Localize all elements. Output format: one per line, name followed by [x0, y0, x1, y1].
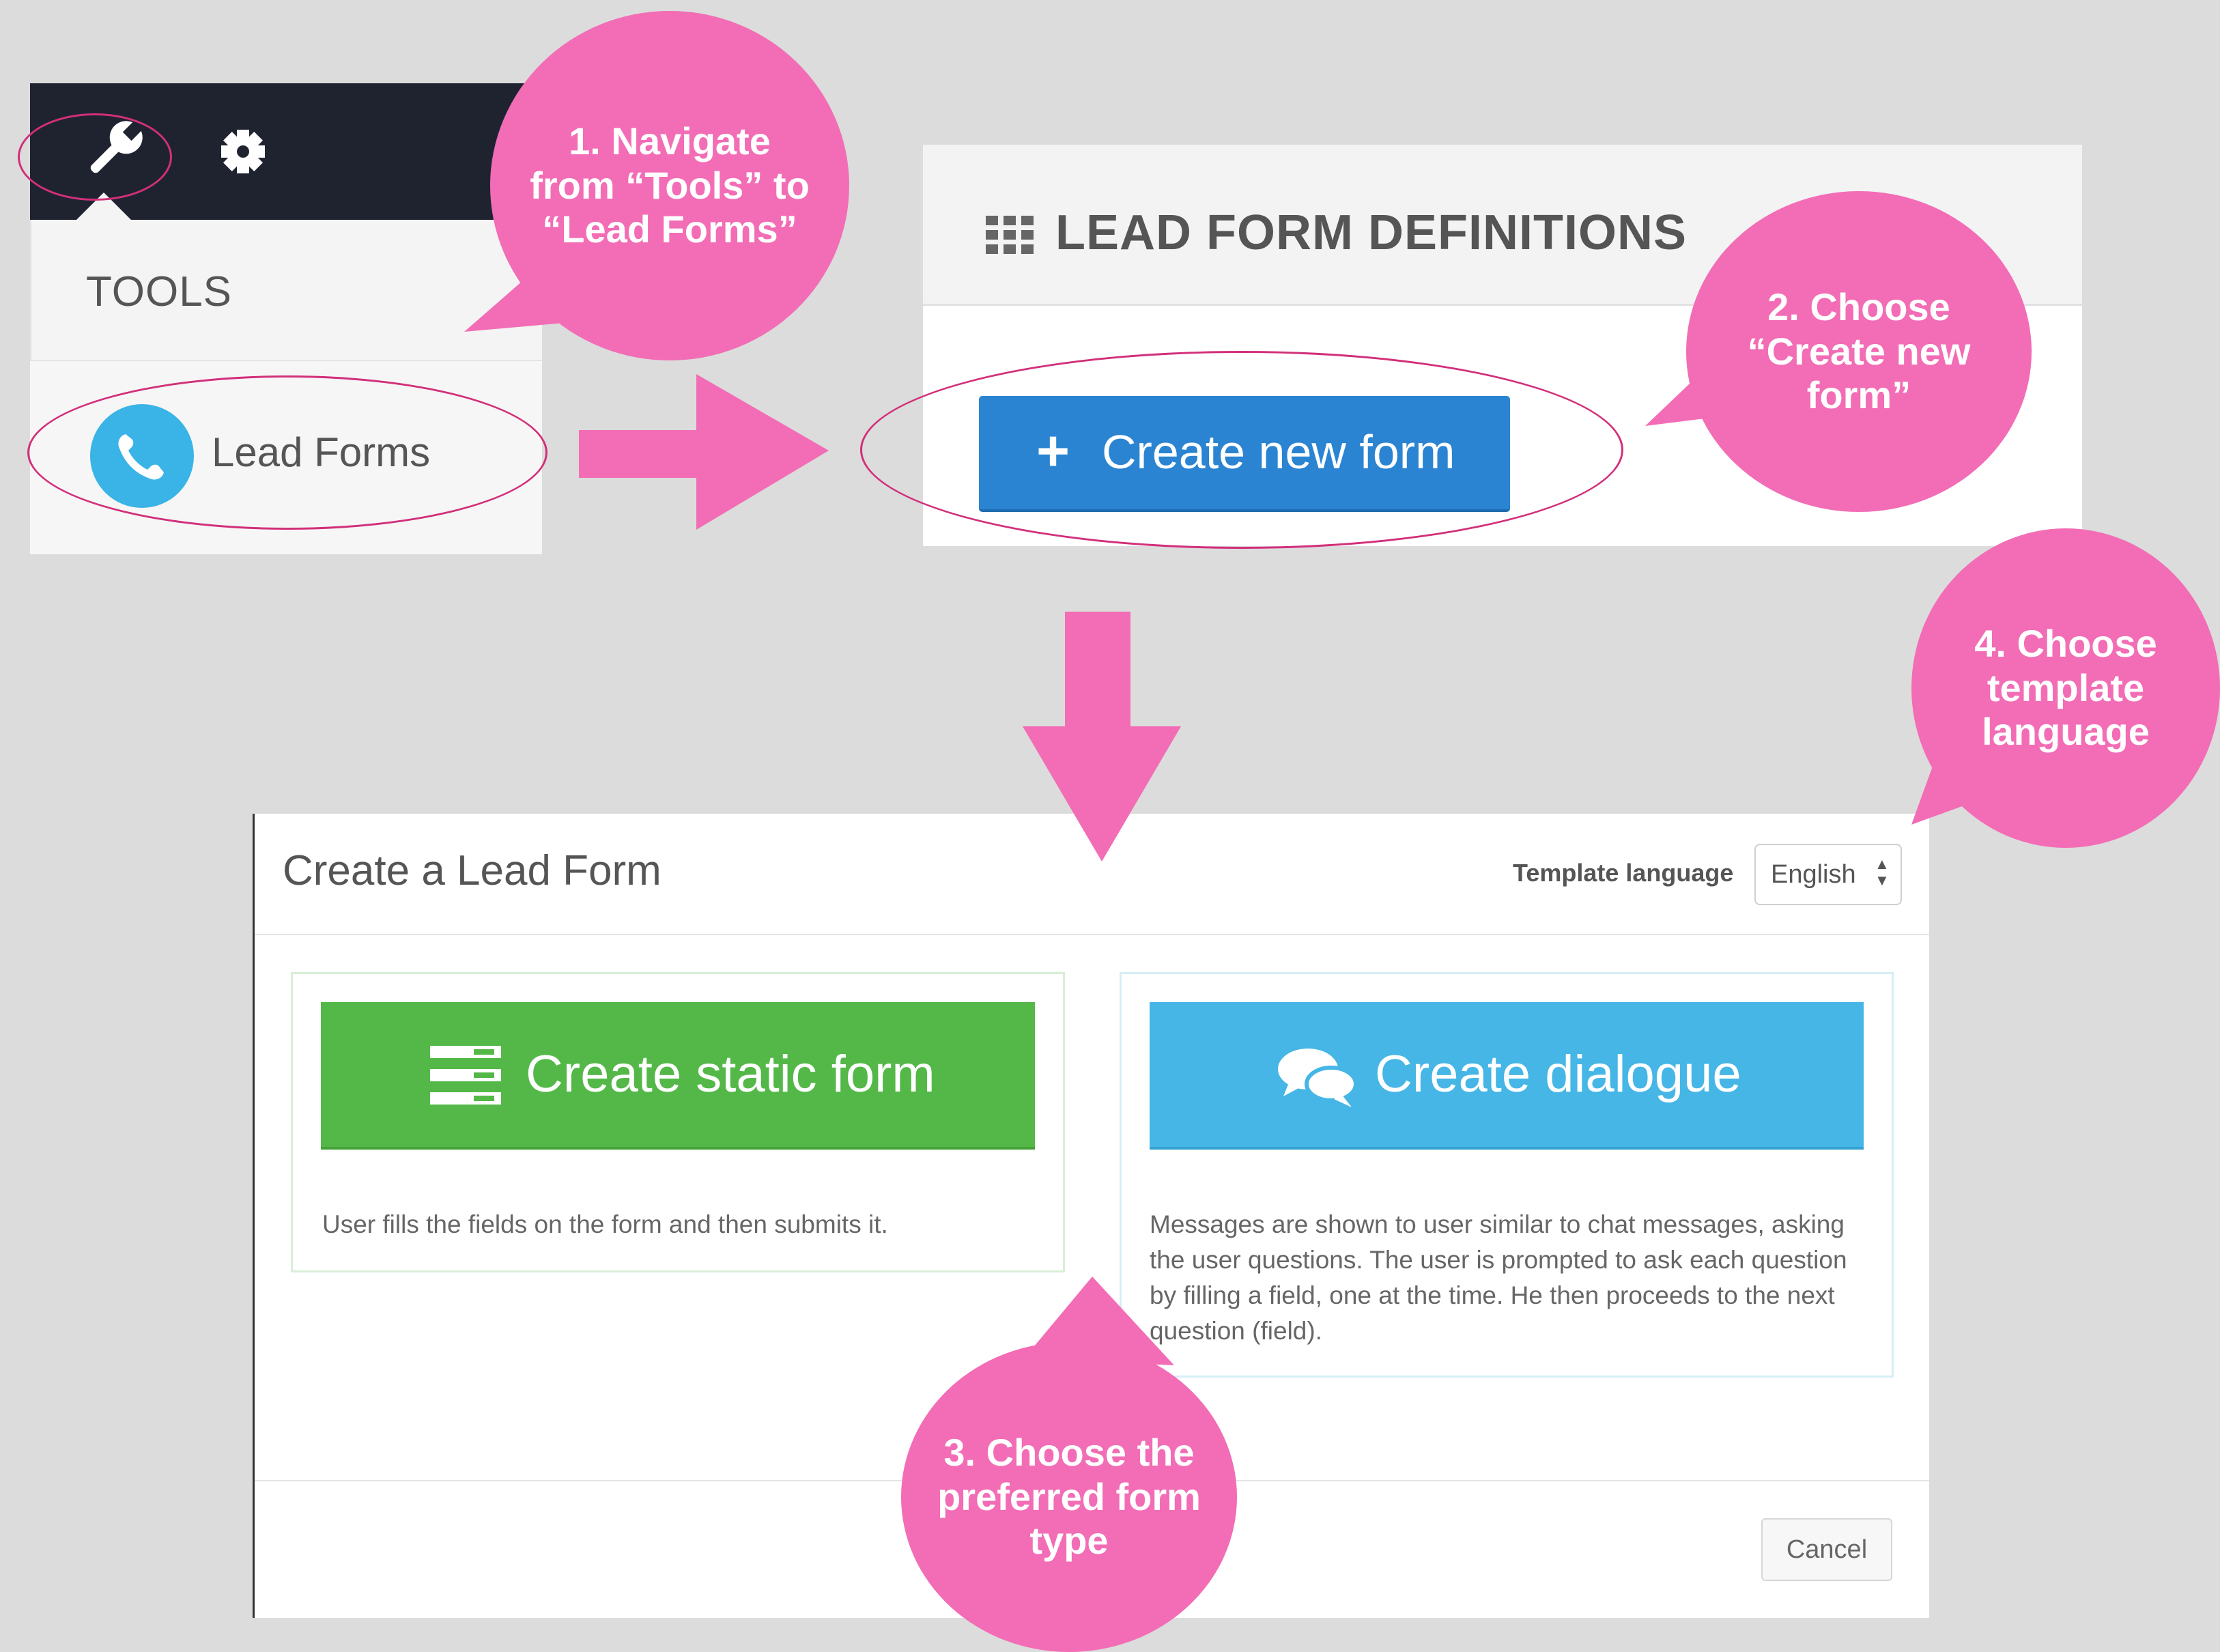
step3-bubble: 3. Choose the preferred form type — [901, 1342, 1237, 1652]
arrow-down-shape — [1023, 612, 1181, 861]
wrench-highlight-ellipse — [18, 113, 172, 201]
step1-bubble: 1. Navigate from “Tools” to “Lead Forms” — [490, 11, 849, 360]
arrow-right-shape — [579, 374, 829, 530]
lead-forms-highlight-ellipse — [27, 375, 547, 530]
create-new-form-highlight-ellipse — [860, 351, 1623, 549]
step2-bubble: 2. Choose “Create new form” — [1686, 191, 2032, 512]
step4-bubble: 4. Choose template language — [1911, 528, 2220, 848]
